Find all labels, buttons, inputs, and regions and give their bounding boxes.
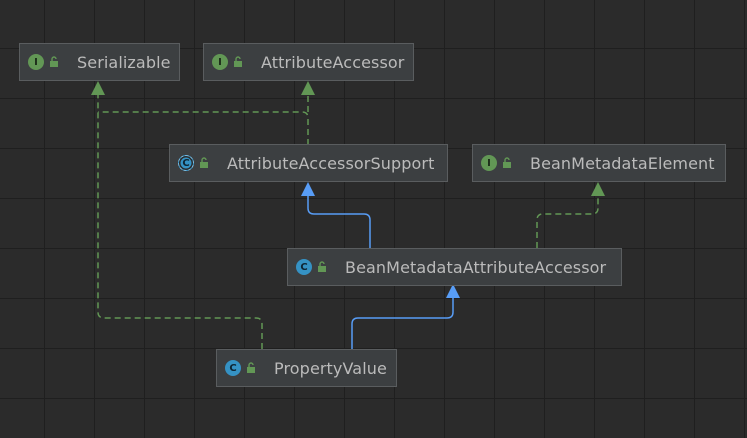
public-lock-icon [200, 157, 208, 168]
node-attribute-accessor-support[interactable]: C AttributeAccessorSupport [169, 144, 448, 182]
edge-beanmetadataattributeaccessor-implements-beanmetadataelement [536, 196, 599, 248]
public-lock-icon [318, 261, 326, 272]
arrowhead-to-attributeaccessor [301, 81, 315, 95]
interface-icon: I [481, 155, 497, 171]
edge-propertyvalue-extends-beanmetadataattributeaccessor [351, 298, 454, 349]
node-attribute-accessor[interactable]: I AttributeAccessor [203, 43, 414, 81]
node-serializable[interactable]: I Serializable [19, 43, 180, 81]
node-bean-metadata-attribute-accessor[interactable]: C BeanMetadataAttributeAccessor [287, 248, 622, 286]
edge-propertyvalue-implements-serializable [97, 95, 263, 349]
abstract-class-icon: C [178, 155, 194, 171]
public-lock-icon [234, 56, 242, 67]
class-icon: C [296, 259, 312, 275]
public-lock-icon [50, 56, 58, 67]
interface-icon: I [28, 54, 44, 70]
edge-beanmetadataattributeaccessor-extends-attributeaccessorsupport [307, 196, 371, 248]
class-icon: C [225, 360, 241, 376]
uml-diagram-canvas: I Serializable I AttributeAccessor C Att… [0, 0, 747, 438]
arrowhead-to-attributeaccessorsupport [301, 182, 315, 196]
interface-icon: I [212, 54, 228, 70]
node-label: Serializable [77, 52, 171, 72]
node-property-value[interactable]: C PropertyValue [216, 349, 397, 387]
public-lock-icon [247, 362, 255, 373]
arrowhead-to-beanmetadataattributeaccessor [446, 284, 460, 298]
node-label: BeanMetadataElement [530, 153, 715, 173]
edge-attributeaccessorsupport-implements-serializable [98, 111, 309, 145]
public-lock-icon [503, 157, 511, 168]
node-label: AttributeAccessor [261, 52, 405, 72]
node-bean-metadata-element[interactable]: I BeanMetadataElement [472, 144, 726, 182]
arrowhead-to-beanmetadataelement [591, 182, 605, 196]
arrowhead-to-serializable [91, 81, 105, 95]
node-label: BeanMetadataAttributeAccessor [345, 257, 607, 277]
node-label: PropertyValue [274, 358, 387, 378]
node-label: AttributeAccessorSupport [227, 153, 435, 173]
